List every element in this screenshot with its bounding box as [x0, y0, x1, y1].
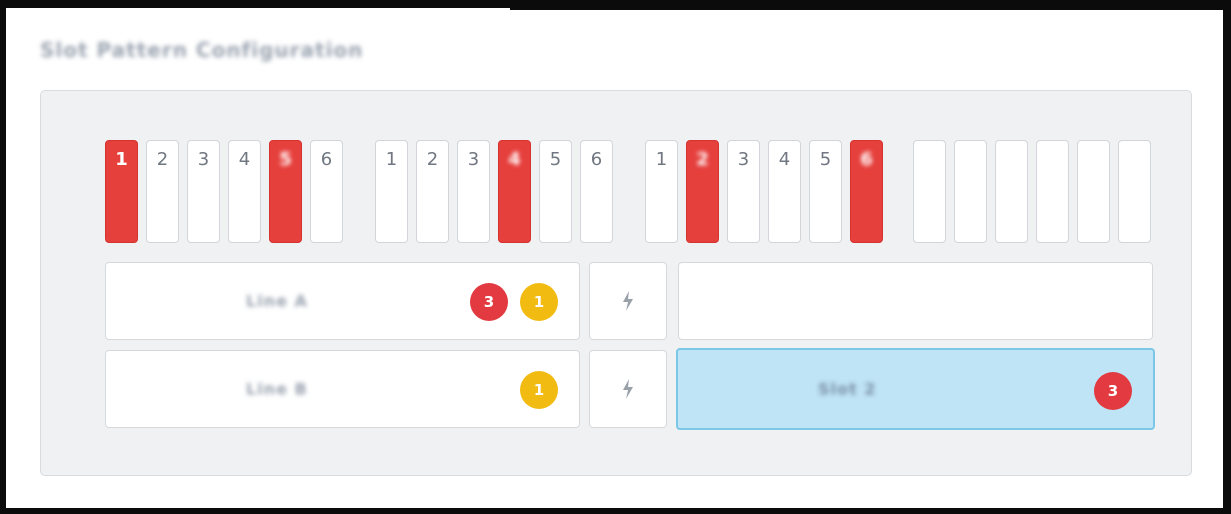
slot-label: 4 — [778, 149, 791, 170]
row-1-left-box[interactable]: Line A 3 1 — [105, 262, 580, 340]
slot-1-5[interactable]: 5 — [269, 140, 302, 243]
slot-label: 2 — [426, 149, 439, 170]
row-1-left-label: Line A — [246, 291, 308, 311]
slot-label: 3 — [737, 149, 750, 170]
slot-label: 5 — [549, 149, 562, 170]
slot-2-6[interactable]: 6 — [580, 140, 613, 243]
slot-label: 1 — [115, 149, 128, 170]
slot-label: 6 — [590, 149, 603, 170]
page-title-text: Slot Pattern Configuration — [40, 38, 364, 62]
row-2-right-badge-red: 3 — [1094, 372, 1132, 410]
slot-label: 6 — [860, 149, 873, 170]
slot-label: 6 — [320, 149, 333, 170]
slot-label: 3 — [467, 149, 480, 170]
slot-1-3[interactable]: 3 — [187, 140, 220, 243]
slot-1-4[interactable]: 4 — [228, 140, 261, 243]
slot-label: 1 — [655, 149, 668, 170]
row-2-left-box[interactable]: Line B 1 — [105, 350, 580, 428]
slot-2-3[interactable]: 3 — [457, 140, 490, 243]
slot-label: 5 — [819, 149, 832, 170]
slot-2-2[interactable]: 2 — [416, 140, 449, 243]
row-2-right-box-selected[interactable]: Slot 2 3 — [676, 348, 1155, 430]
slot-3-3[interactable]: 3 — [727, 140, 760, 243]
bolt-icon — [623, 379, 633, 399]
slot-2-4[interactable]: 4 — [498, 140, 531, 243]
slot-label: 2 — [696, 149, 709, 170]
slot-label: 3 — [197, 149, 210, 170]
slot-1-6[interactable]: 6 — [310, 140, 343, 243]
row-1-connector-button[interactable] — [589, 262, 667, 340]
slot-4-1[interactable] — [913, 140, 946, 243]
slot-3-4[interactable]: 4 — [768, 140, 801, 243]
row-2-right-label: Slot 2 — [818, 379, 877, 399]
slot-label: 5 — [279, 149, 292, 170]
slot-1-2[interactable]: 2 — [146, 140, 179, 243]
slot-2-1[interactable]: 1 — [375, 140, 408, 243]
page-title: Slot Pattern Configuration — [40, 38, 460, 68]
slot-4-3[interactable] — [995, 140, 1028, 243]
slot-4-6[interactable] — [1118, 140, 1151, 243]
bolt-icon — [623, 291, 633, 311]
row-1-right-box[interactable] — [678, 262, 1153, 340]
slot-4-5[interactable] — [1077, 140, 1110, 243]
slot-label: 1 — [385, 149, 398, 170]
slot-1-1[interactable]: 1 — [105, 140, 138, 243]
slot-4-2[interactable] — [954, 140, 987, 243]
slot-3-5[interactable]: 5 — [809, 140, 842, 243]
slot-2-5[interactable]: 5 — [539, 140, 572, 243]
slot-label: 2 — [156, 149, 169, 170]
row-2-left-badge-amber: 1 — [520, 371, 558, 409]
slot-label: 4 — [238, 149, 251, 170]
row-2-left-label: Line B — [246, 379, 308, 399]
slot-strip: 1 2 3 4 5 6 1 2 3 4 5 6 1 2 3 4 5 6 — [105, 140, 1165, 244]
row-1-left-badge-red: 3 — [470, 283, 508, 321]
slot-3-1[interactable]: 1 — [645, 140, 678, 243]
row-1-left-badge-amber: 1 — [520, 283, 558, 321]
row-2-connector-button[interactable] — [589, 350, 667, 428]
frame-top-strip — [510, 0, 1231, 10]
slot-3-2[interactable]: 2 — [686, 140, 719, 243]
slot-label: 4 — [508, 149, 521, 170]
slot-3-6[interactable]: 6 — [850, 140, 883, 243]
slot-4-4[interactable] — [1036, 140, 1069, 243]
